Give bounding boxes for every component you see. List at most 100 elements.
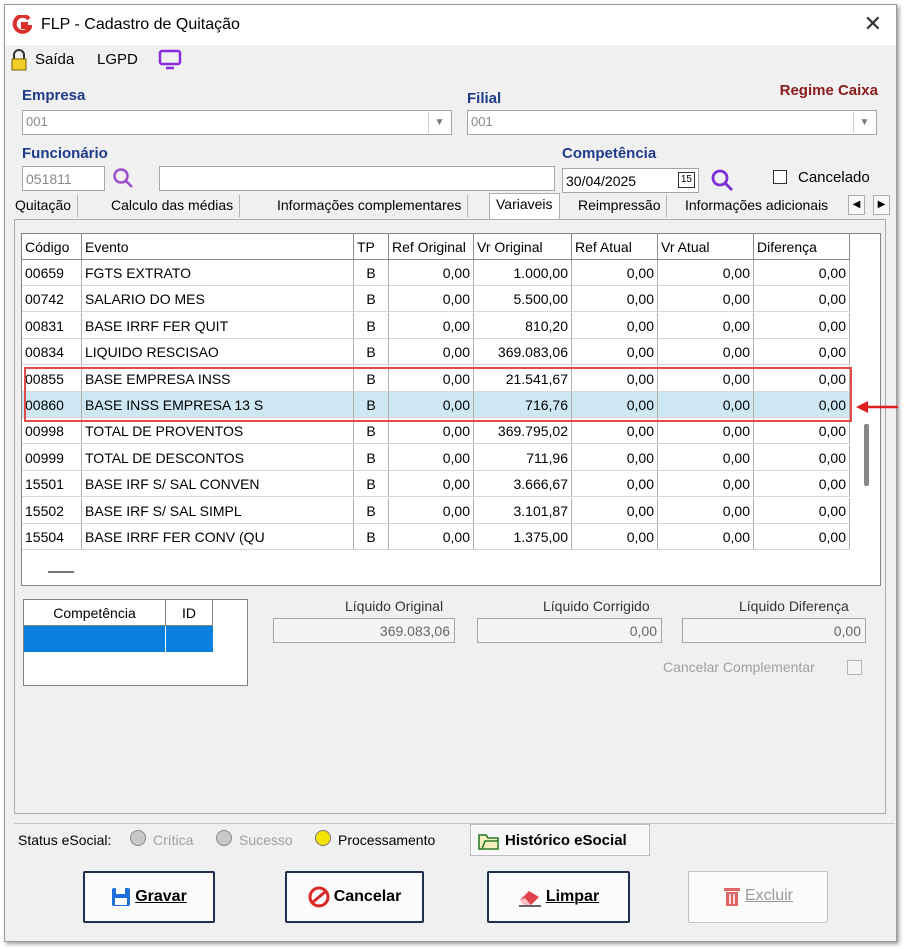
table-row[interactable]: 15502 BASE IRF S/ SAL SIMPL B 0,00 3.101,87 0… <box>22 497 880 524</box>
cell-tp: B <box>354 418 389 445</box>
competencia-id-table[interactable]: Competência ID <box>23 599 248 686</box>
table-row[interactable]: 15501 BASE IRF S/ SAL CONVEN B 0,00 3.666,67… <box>22 471 880 498</box>
cell-diferenca: 0,00 <box>754 339 850 366</box>
tab-reimpressao[interactable]: Reimpressão <box>572 195 668 217</box>
filial-select[interactable]: 001 ▼ <box>467 110 877 135</box>
cell-vr-original: 369.083,06 <box>474 339 572 366</box>
lgpd-button[interactable]: LGPD <box>97 51 138 68</box>
trash-icon <box>723 887 740 906</box>
close-icon[interactable]: ✕ <box>864 11 882 37</box>
cell-diferenca: 0,00 <box>754 286 850 313</box>
cell-tp: B <box>354 471 389 498</box>
cell-codigo: 00998 <box>22 418 82 445</box>
liquido-corrigido-field[interactable]: 0,00 <box>477 618 662 643</box>
cell-ref-original: 0,00 <box>389 260 474 286</box>
cell-ref-original: 0,00 <box>389 312 474 339</box>
tab-info-adicionais[interactable]: Informações adicionais <box>679 195 834 217</box>
comp-table-selected-cell[interactable] <box>24 626 166 652</box>
table-row[interactable]: 00831 BASE IRRF FER QUIT B 0,00 810,20 0,00 0,… <box>22 312 880 339</box>
col-competencia[interactable]: Competência <box>24 600 166 626</box>
cancelar-button[interactable]: Cancelar <box>285 871 424 923</box>
col-ref-original[interactable]: Ref Original <box>389 234 474 260</box>
processamento-label: Processamento <box>338 832 436 848</box>
cell-evento: BASE IRRF FER CONV (QU <box>82 524 354 550</box>
col-diferenca[interactable]: Diferença <box>754 234 850 260</box>
grid-vertical-scrollbar[interactable] <box>864 424 869 486</box>
col-id[interactable]: ID <box>166 600 213 626</box>
cell-ref-atual: 0,00 <box>572 497 658 524</box>
col-ref-atual[interactable]: Ref Atual <box>572 234 658 260</box>
cell-vr-original: 369.795,02 <box>474 418 572 445</box>
cell-ref-atual: 0,00 <box>572 260 658 286</box>
cell-vr-atual: 0,00 <box>658 524 754 550</box>
title-bar: FLP - Cadastro de Quitação ✕ <box>5 5 896 45</box>
cell-evento: BASE IRF S/ SAL SIMPL <box>82 497 354 524</box>
tab-variaveis[interactable]: Variaveis <box>489 193 560 219</box>
grid-horizontal-scrollbar[interactable] <box>48 571 74 573</box>
search-icon[interactable] <box>709 167 735 193</box>
cell-ref-original: 0,00 <box>389 444 474 471</box>
saida-button[interactable]: Saída <box>35 51 74 68</box>
cell-codigo: 00659 <box>22 260 82 286</box>
funcionario-label: Funcionário <box>22 145 108 162</box>
cell-vr-atual: 0,00 <box>658 471 754 498</box>
table-row[interactable]: 00998 TOTAL DE PROVENTOS B 0,00 369.795,02 0,… <box>22 418 880 445</box>
tab-strip: Quitação Calculo das médias Informações … <box>9 193 890 219</box>
tab-quitacao[interactable]: Quitação <box>9 195 79 217</box>
cell-codigo: 15502 <box>22 497 82 524</box>
col-tp[interactable]: TP <box>354 234 389 260</box>
table-row[interactable]: 15504 BASE IRRF FER CONV (QU B 0,00 1.375,00… <box>22 524 880 550</box>
cell-ref-original: 0,00 <box>389 524 474 550</box>
tab-info-complementares[interactable]: Informações complementares <box>271 195 469 217</box>
table-row[interactable]: 00999 TOTAL DE DESCONTOS B 0,00 711,96 0,00 0,… <box>22 444 880 471</box>
cell-vr-original: 3.101,87 <box>474 497 572 524</box>
cell-diferenca: 0,00 <box>754 524 850 550</box>
col-vr-original[interactable]: Vr Original <box>474 234 572 260</box>
col-evento[interactable]: Evento <box>82 234 354 260</box>
cell-diferenca: 0,00 <box>754 444 850 471</box>
cell-tp: B <box>354 444 389 471</box>
filial-label: Filial <box>467 90 502 107</box>
cell-diferenca: 0,00 <box>754 471 850 498</box>
funcionario-name-field[interactable] <box>159 166 555 191</box>
tab-calculo-medias[interactable]: Calculo das médias <box>105 195 241 217</box>
table-row[interactable]: 00834 LIQUIDO RESCISAO B 0,00 369.083,06 0,00… <box>22 339 880 366</box>
cell-diferenca: 0,00 <box>754 497 850 524</box>
cell-ref-original: 0,00 <box>389 471 474 498</box>
empresa-value: 001 <box>26 114 48 129</box>
calendar-icon[interactable]: 15 <box>677 172 695 188</box>
gravar-button[interactable]: Gravar <box>83 871 215 923</box>
empresa-select[interactable]: 001 ▼ <box>22 110 452 135</box>
cancelado-checkbox[interactable] <box>773 170 787 184</box>
cell-evento: LIQUIDO RESCISAO <box>82 339 354 366</box>
liquido-diferenca-label: Líquido Diferença <box>739 598 849 614</box>
chevron-down-icon[interactable]: ▼ <box>428 112 450 133</box>
gravar-label: Gravar <box>135 888 187 905</box>
table-row[interactable]: 00742 SALARIO DO MES B 0,00 5.500,00 0,00 0,00… <box>22 286 880 313</box>
cell-tp: B <box>354 339 389 366</box>
excluir-button[interactable]: Excluir <box>688 871 828 923</box>
search-icon[interactable] <box>111 166 135 190</box>
limpar-button[interactable]: Limpar <box>487 871 630 923</box>
liquido-original-field[interactable]: 369.083,06 <box>273 618 455 643</box>
competencia-date-field[interactable]: 30/04/2025 15 <box>562 168 699 193</box>
comp-table-selected-cell[interactable] <box>166 626 213 652</box>
table-row[interactable]: 00659 FGTS EXTRATO B 0,00 1.000,00 0,00 0,00 0,… <box>22 260 880 286</box>
tab-scroll-left-icon[interactable]: ◀ <box>848 195 865 215</box>
funcionario-code-field[interactable]: 051811 <box>22 166 105 191</box>
lock-icon[interactable] <box>10 49 28 71</box>
col-codigo[interactable]: Código <box>22 234 82 260</box>
tab-scroll-right-icon[interactable]: ▶ <box>873 195 890 215</box>
cell-evento: BASE IRRF FER QUIT <box>82 312 354 339</box>
cell-ref-atual: 0,00 <box>572 286 658 313</box>
cell-ref-atual: 0,00 <box>572 444 658 471</box>
liquido-diferenca-field[interactable]: 0,00 <box>682 618 866 643</box>
regime-label: Regime Caixa <box>779 82 878 99</box>
monitor-icon[interactable] <box>158 48 182 70</box>
chevron-down-icon[interactable]: ▼ <box>853 112 875 133</box>
cancelar-complementar-checkbox[interactable] <box>847 660 862 675</box>
sucesso-label: Sucesso <box>239 832 293 848</box>
col-vr-atual[interactable]: Vr Atual <box>658 234 754 260</box>
historico-esocial-button[interactable]: Histórico eSocial <box>470 824 650 856</box>
empresa-label: Empresa <box>22 87 86 104</box>
